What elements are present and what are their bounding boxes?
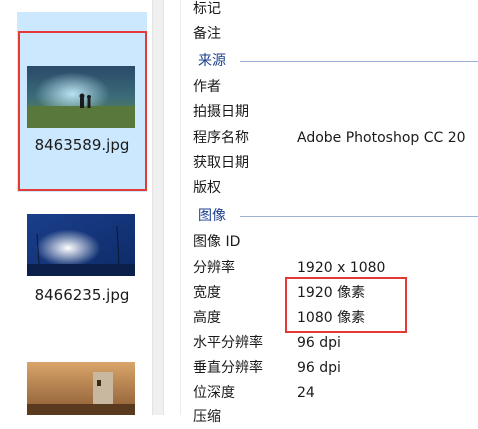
property-row: 水平分辨率 96 dpi	[193, 331, 341, 355]
property-label: 压缩	[193, 409, 221, 425]
property-row: 图像 ID	[193, 230, 297, 254]
property-value[interactable]: 1920 像素	[297, 281, 365, 305]
property-value[interactable]: 1920 x 1080	[297, 256, 385, 280]
property-row: 拍摄日期	[193, 100, 297, 124]
property-value[interactable]: 1080 像素	[297, 306, 365, 330]
section-title: 来源	[198, 51, 232, 71]
property-row: 位深度 24	[193, 381, 315, 405]
property-label: 分辨率	[193, 260, 235, 276]
section-rule	[240, 216, 478, 217]
vertical-scrollbar[interactable]	[152, 0, 164, 415]
file-thumbnail	[27, 214, 135, 276]
file-thumbnail	[27, 362, 135, 415]
property-row: 高度 1080 像素	[193, 306, 365, 330]
property-row: 宽度 1920 像素	[193, 281, 365, 305]
property-row: 获取日期	[193, 151, 297, 175]
property-value[interactable]: 96 dpi	[297, 356, 341, 380]
property-label: 程序名称	[193, 130, 249, 146]
property-row: 备注	[193, 22, 297, 46]
property-label: 宽度	[193, 285, 221, 301]
section-header-origin: 来源	[188, 51, 478, 71]
section-header-image: 图像	[188, 206, 478, 226]
property-label: 垂直分辨率	[193, 360, 263, 376]
property-value[interactable]: 24	[297, 381, 315, 405]
property-label: 图像 ID	[193, 234, 241, 250]
property-row: 压缩	[193, 405, 297, 429]
property-label: 水平分辨率	[193, 335, 263, 351]
file-name: 8463589.jpg	[34, 136, 130, 154]
property-value[interactable]: 96 dpi	[297, 331, 341, 355]
property-row: 程序名称 Adobe Photoshop CC 20	[193, 126, 466, 150]
property-label: 版权	[193, 180, 221, 196]
section-rule	[240, 61, 478, 62]
property-label: 获取日期	[193, 155, 249, 171]
file-thumbnail	[27, 66, 135, 128]
property-label: 位深度	[193, 385, 235, 401]
property-label: 拍摄日期	[193, 104, 249, 120]
property-value[interactable]: Adobe Photoshop CC 20	[297, 126, 466, 150]
file-list-pane: 8463589.jpg 8466235.jpg	[0, 0, 152, 415]
properties-pane: 标记 备注 来源 作者 拍摄日期 程序名称 Adobe Photoshop CC …	[181, 0, 478, 425]
property-row: 标记	[193, 0, 297, 21]
property-label: 作者	[193, 79, 221, 95]
property-label: 备注	[193, 26, 221, 42]
file-item[interactable]: 8463589.jpg	[17, 12, 147, 192]
file-item[interactable]	[17, 350, 147, 415]
property-row: 作者	[193, 75, 297, 99]
property-label: 标记	[193, 1, 221, 17]
file-item[interactable]: 8466235.jpg	[17, 200, 147, 310]
file-name: 8466235.jpg	[34, 286, 130, 304]
property-row: 垂直分辨率 96 dpi	[193, 356, 341, 380]
section-title: 图像	[198, 206, 232, 226]
property-label: 高度	[193, 310, 221, 326]
property-row: 分辨率 1920 x 1080	[193, 256, 385, 280]
property-row: 版权	[193, 176, 297, 200]
